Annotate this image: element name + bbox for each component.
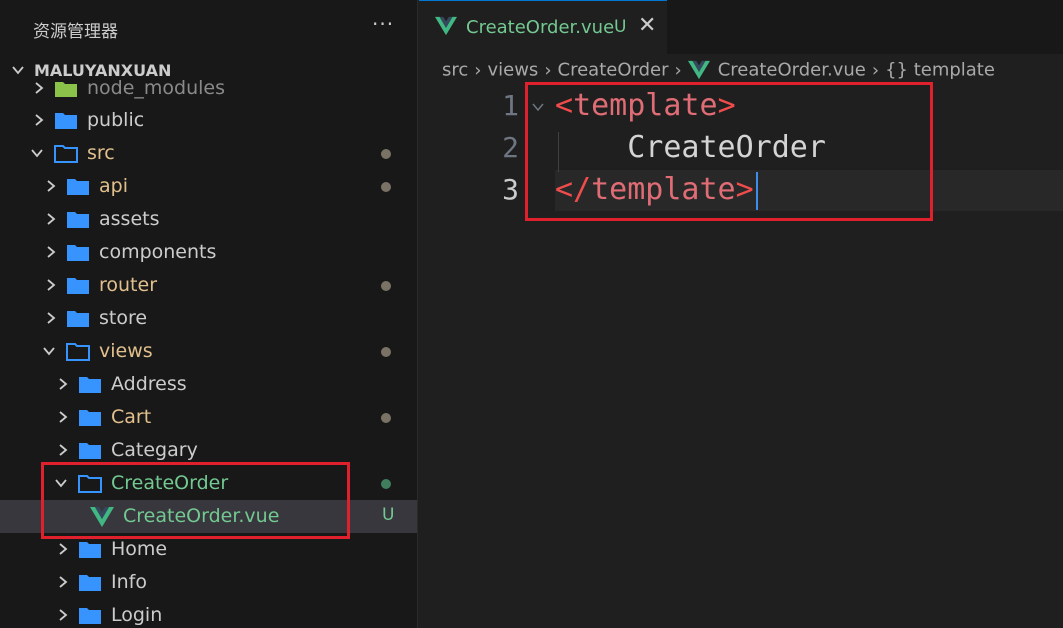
tree-item-label: public — [87, 109, 145, 131]
node-folder-icon — [55, 82, 77, 97]
chevron-right-icon — [47, 246, 56, 258]
chevron-right-icon — [59, 411, 68, 423]
tree-item-label: Info — [111, 571, 147, 593]
chevron-right-icon — [59, 576, 68, 588]
tree-item-label: store — [99, 307, 148, 329]
line-number: 3 — [502, 173, 519, 206]
explorer-header: 资源管理器 ··· — [0, 0, 417, 54]
chevron-right-icon — [59, 543, 68, 555]
tree-item-address[interactable]: Address — [0, 368, 417, 401]
breadcrumb-createorder[interactable]: CreateOrder — [558, 60, 669, 81]
tree-item-label: router — [99, 274, 158, 296]
line-number: 2 — [502, 131, 519, 164]
tab-bar: CreateOrder.vue U ✕ — [419, 0, 1063, 54]
untracked-badge: U — [382, 505, 395, 525]
breadcrumb-file[interactable]: CreateOrder.vue — [718, 60, 866, 81]
tree-item-store[interactable]: store — [0, 302, 417, 335]
folder-icon — [79, 575, 101, 591]
tree-item-views[interactable]: views — [0, 335, 417, 368]
tree-item-router[interactable]: router — [0, 269, 417, 302]
breadcrumb-separator: › — [544, 59, 552, 81]
vue-icon — [687, 60, 710, 80]
folder-icon — [67, 245, 89, 261]
folder-open-icon — [66, 343, 90, 361]
folder-icon — [79, 542, 101, 558]
untracked-dot — [381, 479, 391, 489]
tree-item-label: Login — [111, 604, 163, 626]
folder-icon — [79, 410, 101, 426]
chevron-right-icon — [59, 444, 68, 456]
breadcrumb-src[interactable]: src — [442, 60, 468, 81]
tab-label: CreateOrder.vue — [466, 17, 615, 38]
chevron-right-icon — [47, 312, 56, 324]
chevron-right-icon — [59, 609, 68, 621]
tree-item-label: Address — [111, 373, 187, 395]
tree-item-label: Cart — [111, 406, 152, 428]
tree-item-node-modules[interactable]: node_modules — [0, 72, 417, 105]
folder-icon — [79, 443, 101, 459]
tree-item-src[interactable]: src — [0, 137, 417, 170]
chevron-right-icon — [47, 213, 56, 225]
tree-item-label: components — [99, 241, 217, 263]
tree-item-label: api — [99, 175, 128, 197]
folder-open-icon — [54, 145, 78, 163]
modified-dot — [381, 149, 391, 159]
tab-createorder-vue[interactable]: CreateOrder.vue U ✕ — [419, 0, 667, 54]
breadcrumb-separator: › — [674, 59, 682, 81]
folder-icon — [67, 278, 89, 294]
explorer-title: 资源管理器 — [33, 22, 118, 42]
editor-pane: CreateOrder.vue U ✕ src › views › CreateOrde… — [419, 0, 1063, 628]
breadcrumb-separator: › — [871, 59, 880, 81]
tree-item-login[interactable]: Login — [0, 599, 417, 628]
line-number: 1 — [502, 89, 519, 122]
modified-dot — [381, 281, 391, 291]
folder-icon — [79, 377, 101, 393]
folder-icon — [55, 113, 77, 129]
tab-status-badge: U — [614, 17, 627, 37]
tree-item-label: src — [87, 142, 115, 164]
tree-item-label: views — [99, 340, 153, 362]
breadcrumb-views[interactable]: views — [487, 60, 538, 81]
chevron-right-icon — [47, 180, 56, 192]
tree-item-cart[interactable]: Cart — [0, 401, 417, 434]
tree-item-components[interactable]: components — [0, 236, 417, 269]
vue-icon — [435, 16, 457, 36]
tree-item-api[interactable]: api — [0, 170, 417, 203]
highlight-box-editor — [525, 82, 933, 221]
close-icon[interactable]: ✕ — [638, 13, 656, 38]
tree-item-assets[interactable]: assets — [0, 203, 417, 236]
tree-item-public[interactable]: public — [0, 104, 417, 137]
folder-icon — [67, 311, 89, 327]
breadcrumb-symbol[interactable]: {} template — [885, 60, 995, 81]
tree-item-label: assets — [99, 208, 160, 230]
chevron-right-icon — [35, 82, 44, 94]
folder-icon — [67, 179, 89, 195]
highlight-box-sidebar — [41, 462, 350, 539]
tree-item-info[interactable]: Info — [0, 566, 417, 599]
breadcrumb-separator: › — [474, 59, 482, 81]
chevron-down-icon — [31, 149, 43, 158]
modified-dot — [381, 182, 391, 192]
tree-item-label: Home — [111, 538, 168, 560]
modified-dot — [381, 347, 391, 357]
folder-icon — [67, 212, 89, 228]
breadcrumb: src › views › CreateOrder › CreateOrder.vue ›{}… — [442, 59, 995, 83]
chevron-down-icon — [43, 347, 55, 356]
folder-icon — [79, 608, 101, 624]
chevron-right-icon — [47, 279, 56, 291]
tree-item-label: Categary — [111, 439, 198, 461]
modified-dot — [381, 413, 391, 423]
tree-item-label: node_modules — [87, 77, 226, 99]
more-actions-icon[interactable]: ··· — [372, 12, 394, 36]
explorer-sidebar: 资源管理器 ··· MALUYANXUAN node_modules publi… — [0, 0, 418, 628]
chevron-right-icon — [35, 114, 44, 126]
chevron-right-icon — [59, 378, 68, 390]
